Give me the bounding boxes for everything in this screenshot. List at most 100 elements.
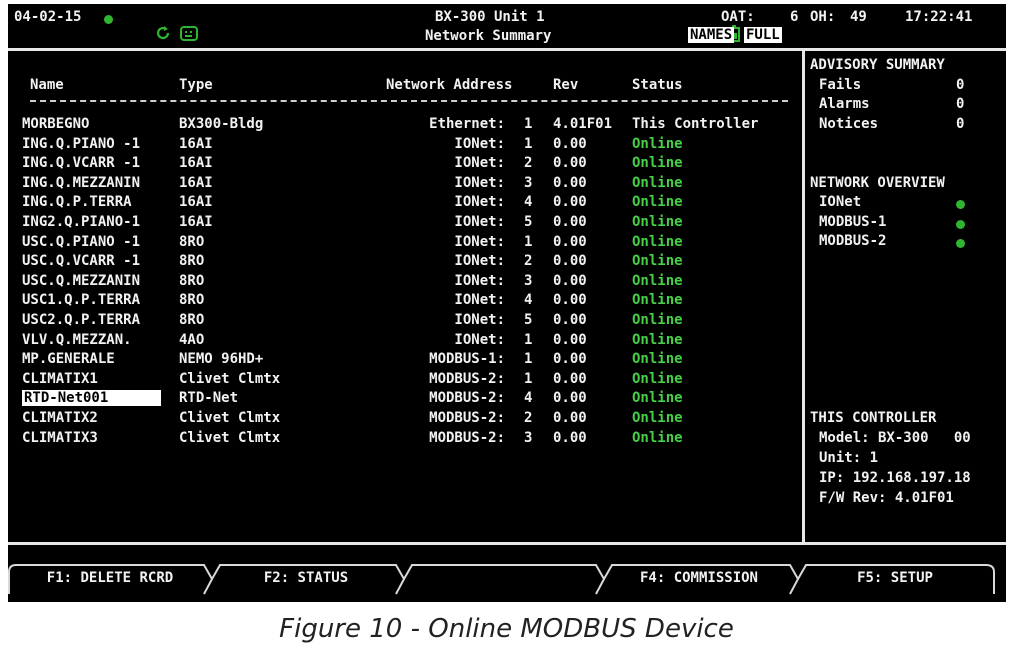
cell-type: 16AI [179, 136, 213, 152]
cell-status: Online [632, 234, 683, 250]
cell-type: NEMO 96HD+ [179, 351, 264, 367]
table-row[interactable]: ING.Q.PIANO -1 16AI IONet: 1 0.00 Online [8, 136, 798, 154]
cell-name: CLIMATIX1 [22, 371, 98, 387]
cell-status: Online [632, 371, 683, 387]
cell-rev: 0.00 [553, 292, 587, 308]
cell-rev: 0.00 [553, 273, 587, 289]
cell-type: Clivet Clmtx [179, 410, 281, 426]
table-row[interactable]: VLV.Q.MEZZAN. 4AO IONet: 1 0.00 Online [8, 332, 798, 350]
f3-blank-button[interactable] [406, 565, 598, 591]
col-header-rev: Rev [553, 77, 579, 93]
cell-network: IONet: [454, 194, 505, 210]
cell-network: IONet: [454, 136, 505, 152]
cell-rev: 0.00 [553, 253, 587, 269]
cell-type: Clivet Clmtx [179, 371, 281, 387]
figure-caption: Figure 10 - Online MODBUS Device [279, 614, 734, 644]
f2-status-button[interactable]: F2: STATUS [214, 565, 398, 591]
cell-network: IONet: [454, 312, 505, 328]
status-dot-icon [104, 12, 113, 28]
cell-rev: 0.00 [553, 155, 587, 171]
notices-label: Notices [819, 116, 879, 132]
cell-network: MODBUS-2: [429, 430, 505, 446]
table-row[interactable]: MORBEGNO BX300-Bldg Ethernet: 1 4.01F01 This … [8, 116, 798, 134]
table-row[interactable]: MP.GENERALE NEMO 96HD+ MODBUS-1: 1 0.00 Onlin… [8, 351, 798, 369]
cell-status: Online [632, 292, 683, 308]
table-row[interactable]: RTD-Net001 RTD-Net MODBUS-2: 4 0.00 Online [8, 390, 798, 408]
cell-name: ING.Q.P.TERRA [22, 194, 132, 210]
status-dot-icon [956, 217, 965, 233]
cell-address: 4 [524, 390, 533, 406]
col-header-address: Network Address [386, 77, 513, 93]
f1-delete-record-button[interactable]: F1: DELETE RCRD [14, 565, 206, 591]
cell-name: CLIMATIX2 [22, 410, 98, 426]
cell-rev: 0.00 [553, 430, 587, 446]
cell-address: 3 [524, 430, 533, 446]
table-row[interactable]: CLIMATIX3 Clivet Clmtx MODBUS-2: 3 0.00 Onlin… [8, 430, 798, 448]
table-row[interactable]: USC.Q.VCARR -1 8RO IONet: 2 0.00 Online [8, 253, 798, 271]
alarms-label: Alarms [819, 96, 870, 112]
cell-network: IONet: [454, 155, 505, 171]
table-row[interactable]: ING.Q.P.TERRA 16AI IONet: 4 0.00 Online [8, 194, 798, 212]
status-dot-icon [956, 236, 965, 252]
cell-address: 1 [524, 371, 533, 387]
table-row[interactable]: USC.Q.PIANO -1 8RO IONet: 1 0.00 Online [8, 234, 798, 252]
cell-name: MORBEGNO [22, 116, 90, 132]
cell-status: Online [632, 214, 683, 230]
cell-address: 1 [524, 234, 533, 250]
table-row[interactable]: CLIMATIX1 Clivet Clmtx MODBUS-2: 1 0.00 Onlin… [8, 371, 798, 389]
cell-rev: 0.00 [553, 351, 587, 367]
overview-item-ionet[interactable]: IONet [819, 194, 861, 210]
cell-name: MP.GENERALE [22, 351, 115, 367]
fails-label: Fails [819, 77, 862, 93]
cell-address: 2 [524, 410, 533, 426]
cell-rev: 0.00 [553, 332, 587, 348]
cell-address: 1 [524, 136, 533, 152]
full-toggle[interactable]: FULL [744, 27, 782, 43]
clock-time: 17:22:41 [905, 9, 973, 25]
cell-address: 3 [524, 273, 533, 289]
table-row[interactable]: CLIMATIX2 Clivet Clmtx MODBUS-2: 2 0.00 Onlin… [8, 410, 798, 428]
table-row[interactable]: ING.Q.MEZZANIN 16AI IONet: 3 0.00 Online [8, 175, 798, 193]
header-date: 04-02-15 [14, 9, 82, 25]
table-row[interactable]: ING.Q.VCARR -1 16AI IONet: 2 0.00 Online [8, 155, 798, 173]
cell-network: IONet: [454, 234, 505, 250]
cell-type: 16AI [179, 155, 213, 171]
controller-fw-rev: F/W Rev: 4.01F01 [819, 490, 954, 506]
cell-type: 8RO [179, 292, 205, 308]
f5-setup-button[interactable]: F5: SETUP [800, 565, 990, 591]
cell-network: IONet: [454, 273, 505, 289]
header-underline [30, 100, 788, 102]
names-toggle[interactable]: NAMES [688, 27, 735, 43]
oh-value: 49 [850, 9, 867, 25]
table-row[interactable]: USC1.Q.P.TERRA 8RO IONet: 4 0.00 Online [8, 292, 798, 310]
cell-name: CLIMATIX3 [22, 430, 98, 446]
table-row[interactable]: USC2.Q.P.TERRA 8RO IONet: 5 0.00 Online [8, 312, 798, 330]
cell-type: 8RO [179, 312, 205, 328]
panel-divider [802, 51, 805, 543]
cell-status: Online [632, 175, 683, 191]
cell-network: MODBUS-2: [429, 410, 505, 426]
f4-commission-button[interactable]: F4: COMMISSION [606, 565, 792, 591]
cell-name: ING.Q.VCARR -1 [22, 155, 141, 171]
cell-network: IONet: [454, 332, 505, 348]
table-row[interactable]: USC.Q.MEZZANIN 8RO IONet: 3 0.00 Online [8, 273, 798, 291]
cell-address: 1 [524, 116, 533, 132]
screen-subtitle: Network Summary [425, 28, 552, 44]
cell-rev: 4.01F01 [553, 116, 613, 132]
cell-name: VLV.Q.MEZZAN. [22, 332, 132, 348]
cell-network: IONet: [454, 214, 505, 230]
cell-rev: 0.00 [553, 175, 587, 191]
cell-rev: 0.00 [553, 371, 587, 387]
overview-item-modbus-2[interactable]: MODBUS-2 [819, 233, 886, 249]
cell-status: Online [632, 273, 683, 289]
status-dot-icon [956, 197, 965, 213]
overview-item-modbus-1[interactable]: MODBUS-1 [819, 214, 886, 230]
unit-title: BX-300 Unit 1 [435, 9, 545, 25]
cell-network: MODBUS-2: [429, 371, 505, 387]
table-row[interactable]: ING2.Q.PIANO-1 16AI IONet: 5 0.00 Online [8, 214, 798, 232]
cell-type: 8RO [179, 273, 205, 289]
cell-network: IONet: [454, 253, 505, 269]
cell-type: 16AI [179, 214, 213, 230]
cell-network: MODBUS-1: [429, 351, 505, 367]
cell-status: Online [632, 136, 683, 152]
